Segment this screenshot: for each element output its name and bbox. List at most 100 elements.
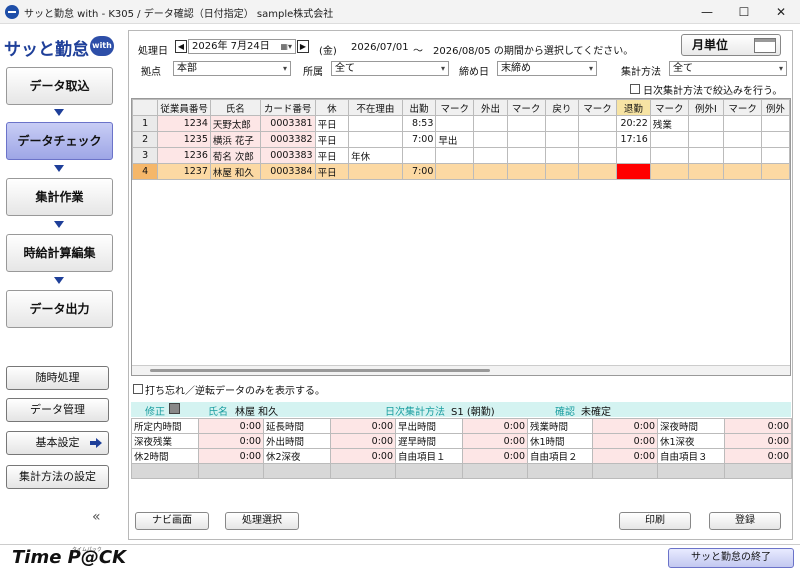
detail-value[interactable]: 0:00 xyxy=(198,448,264,464)
site-select[interactable]: 本部 ▾ xyxy=(173,61,291,76)
cell-leave-mark[interactable] xyxy=(649,147,689,164)
basic-settings-button[interactable]: 基本設定 xyxy=(6,431,109,455)
table-row[interactable]: 2 1235 横浜 花子 0003382 平日 7:00 早出 17:16 xyxy=(132,131,790,148)
detail-value[interactable]: 0:00 xyxy=(724,433,792,449)
col-header-exception1[interactable]: 例外Ⅰ xyxy=(687,99,725,116)
detail-value[interactable]: 0:00 xyxy=(592,448,658,464)
nav-aggregate-button[interactable]: 集計作業 xyxy=(6,178,113,216)
detail-value[interactable]: 0:00 xyxy=(462,448,528,464)
detail-value[interactable]: 0:00 xyxy=(724,448,792,464)
cell-exception1[interactable] xyxy=(687,115,725,132)
cell-return[interactable] xyxy=(544,163,580,180)
cell-out-mark[interactable] xyxy=(506,115,546,132)
prev-date-button[interactable]: ◀ xyxy=(175,40,187,53)
cell-exception[interactable] xyxy=(761,115,790,132)
detail-value[interactable]: 0:00 xyxy=(198,433,264,449)
col-header-clock-out[interactable]: 退勤 xyxy=(615,99,651,116)
cell-out-mark[interactable] xyxy=(506,131,546,148)
row-number[interactable]: 3 xyxy=(132,147,159,164)
cell-name[interactable]: 横浜 花子 xyxy=(209,131,261,148)
detail-value[interactable]: 0:00 xyxy=(462,433,528,449)
horizontal-scrollbar[interactable] xyxy=(132,365,790,375)
col-header-return[interactable]: 戻り xyxy=(544,99,580,116)
cell-return-mark[interactable] xyxy=(578,131,617,148)
row-number[interactable]: 2 xyxy=(132,131,159,148)
cell-clock-in[interactable]: 7:00 xyxy=(401,131,437,148)
table-row[interactable]: 1 1234 天野太郎 0003381 平日 8:53 20:22 残業 xyxy=(132,115,790,132)
cell-name[interactable]: 天野太郎 xyxy=(209,115,261,132)
cell-exception[interactable] xyxy=(761,147,790,164)
cell-card-no[interactable]: 0003382 xyxy=(259,131,316,148)
next-date-button[interactable]: ▶ xyxy=(297,40,309,53)
col-header-absence-reason[interactable]: 不在理由 xyxy=(348,99,403,116)
detail-value[interactable]: 0:00 xyxy=(330,433,396,449)
scrollbar-thumb[interactable] xyxy=(150,369,490,372)
col-header-name[interactable]: 氏名 xyxy=(209,99,261,116)
collapse-panel-icon[interactable]: « xyxy=(92,509,101,525)
register-button[interactable]: 登録 xyxy=(709,512,781,530)
cell-absence-reason[interactable] xyxy=(348,115,403,132)
cell-absence-reason[interactable] xyxy=(348,131,403,148)
department-select[interactable]: 全て ▾ xyxy=(331,61,449,76)
exit-app-button[interactable]: サッと勤怠の終了 xyxy=(668,548,794,568)
cell-clock-out-missing[interactable] xyxy=(615,163,651,180)
cell-return-mark[interactable] xyxy=(578,115,617,132)
monthly-unit-button[interactable]: 月単位 xyxy=(681,34,781,56)
cell-holiday[interactable]: 平日 xyxy=(314,131,350,148)
cell-return[interactable] xyxy=(544,147,580,164)
cell-absence-reason[interactable] xyxy=(348,163,403,180)
cell-exception-mark[interactable] xyxy=(723,163,763,180)
cell-exception-mark[interactable] xyxy=(723,131,763,148)
cell-card-no[interactable]: 0003384 xyxy=(259,163,316,180)
cell-clock-in[interactable]: 8:53 xyxy=(401,115,437,132)
cell-in-mark[interactable] xyxy=(435,163,475,180)
table-row-selected[interactable]: 4 1237 林屋 和久 0003384 平日 7:00 xyxy=(132,163,790,180)
maximize-button[interactable]: ☐ xyxy=(727,0,761,24)
cell-exception1[interactable] xyxy=(687,147,725,164)
col-header-employee-no[interactable]: 従業員番号 xyxy=(157,99,211,116)
row-number[interactable]: 1 xyxy=(132,115,159,132)
cell-exception-mark[interactable] xyxy=(723,147,763,164)
detail-value[interactable]: 0:00 xyxy=(330,418,396,434)
cell-absence-reason[interactable]: 年休 xyxy=(348,147,403,164)
cell-holiday[interactable]: 平日 xyxy=(314,147,350,164)
cell-exception[interactable] xyxy=(761,163,790,180)
cell-holiday[interactable]: 平日 xyxy=(314,115,350,132)
col-header-card-no[interactable]: カード番号 xyxy=(259,99,316,116)
detail-value[interactable]: 0:00 xyxy=(724,418,792,434)
cell-card-no[interactable]: 0003381 xyxy=(259,115,316,132)
cell-clock-out[interactable] xyxy=(615,147,651,164)
table-row[interactable]: 3 1236 荀名 次郎 0003383 平日 年休 xyxy=(132,147,790,164)
cell-exception1[interactable] xyxy=(687,163,725,180)
cell-exception-mark[interactable] xyxy=(723,115,763,132)
col-header-mark[interactable]: マーク xyxy=(506,99,546,116)
detail-value[interactable]: 0:00 xyxy=(462,418,528,434)
fix-checkbox[interactable] xyxy=(169,403,180,414)
detail-value[interactable]: 0:00 xyxy=(198,418,264,434)
cell-clock-in[interactable]: 7:00 xyxy=(401,163,437,180)
closing-day-select[interactable]: 末締め ▾ xyxy=(497,61,597,76)
close-button[interactable]: ✕ xyxy=(764,0,798,24)
cell-go-out[interactable] xyxy=(473,115,508,132)
cell-out-mark[interactable] xyxy=(506,163,546,180)
col-header-mark[interactable]: マーク xyxy=(649,99,689,116)
nav-data-check-button[interactable]: データチェック xyxy=(6,122,113,160)
cell-out-mark[interactable] xyxy=(506,147,546,164)
cell-leave-mark[interactable] xyxy=(649,163,689,180)
cell-exception[interactable] xyxy=(761,131,790,148)
cell-leave-mark[interactable]: 残業 xyxy=(649,115,689,132)
nav-data-import-button[interactable]: データ取込 xyxy=(6,67,113,105)
cell-holiday[interactable]: 平日 xyxy=(314,163,350,180)
process-select-button[interactable]: 処理選択 xyxy=(225,512,299,530)
cell-return[interactable] xyxy=(544,115,580,132)
daily-filter-checkbox[interactable] xyxy=(630,84,640,94)
process-date-picker[interactable]: 2026年 7月24日 ▦▾ xyxy=(188,39,296,54)
cell-employee-no[interactable]: 1236 xyxy=(157,147,211,164)
col-header-go-out[interactable]: 外出 xyxy=(473,99,508,116)
col-header-mark[interactable]: マーク xyxy=(578,99,617,116)
cell-clock-in[interactable] xyxy=(401,147,437,164)
cell-clock-out[interactable]: 17:16 xyxy=(615,131,651,148)
col-header-exception[interactable]: 例外 xyxy=(761,99,790,116)
cell-in-mark[interactable] xyxy=(435,115,475,132)
cell-return-mark[interactable] xyxy=(578,163,617,180)
